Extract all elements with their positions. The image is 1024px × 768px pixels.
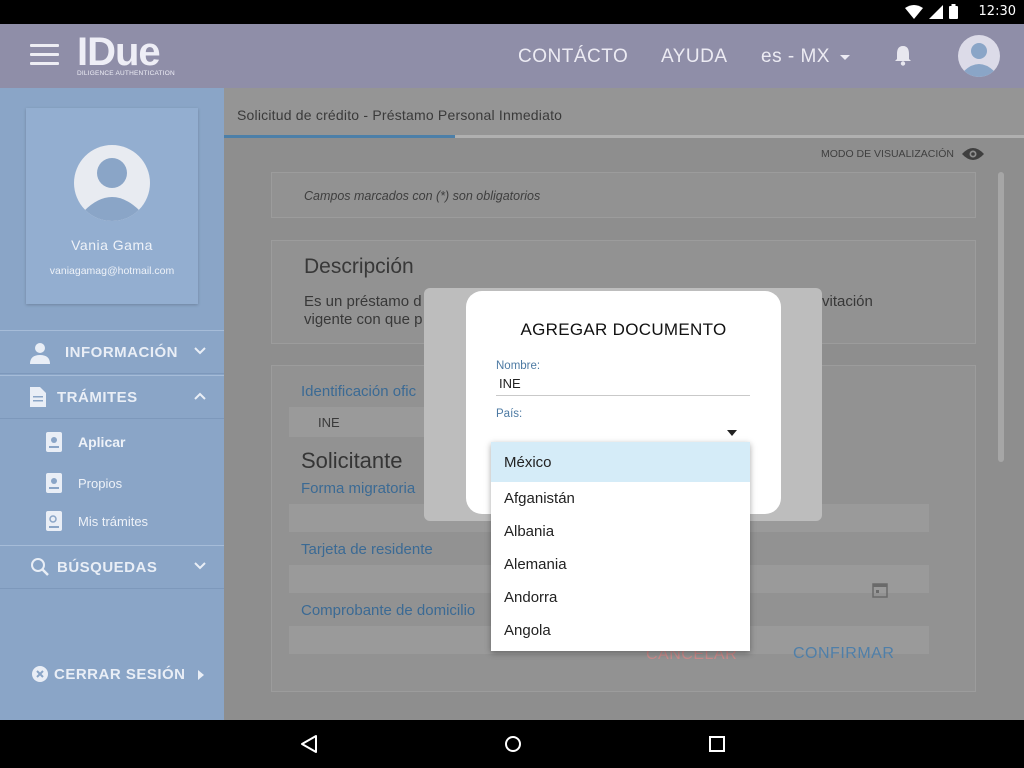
chevron-down-icon: [194, 562, 206, 570]
applicant-title: Solicitante: [301, 448, 403, 473]
name-label: Nombre:: [496, 360, 541, 372]
submenu-label: Propios: [78, 475, 123, 491]
dialog-title: AGREGAR DOCUMENTO: [520, 320, 727, 339]
logo-subtitle: DILIGENCE AUTHENTICATION: [77, 70, 175, 77]
dropdown-option[interactable]: Angola: [491, 614, 750, 647]
name-input[interactable]: INE: [496, 374, 750, 396]
profile-picture: [74, 145, 150, 221]
logout-button[interactable]: CERRAR SESIÓN: [0, 652, 224, 696]
person-icon: [30, 343, 50, 364]
brand-logo[interactable]: IDue DILIGENCE AUTHENTICATION: [77, 30, 175, 77]
menu-label: CERRAR SESIÓN: [54, 665, 186, 683]
status-bar: 12:30: [0, 0, 1024, 24]
menu-label: TRÁMITES: [57, 388, 138, 406]
back-icon[interactable]: [300, 734, 318, 754]
breadcrumb-bar: Solicitud de crédito - Préstamo Personal…: [224, 88, 1024, 138]
dropdown-option[interactable]: Andorra: [491, 581, 750, 614]
dropdown-option[interactable]: Albania: [491, 515, 750, 548]
breadcrumb-underline: [224, 135, 455, 138]
breadcrumb: Solicitud de crédito - Préstamo Personal…: [237, 107, 563, 123]
menu-icon[interactable]: [30, 44, 59, 66]
profile-name: Vania Gama: [71, 237, 153, 253]
submenu-item-mis-tramites[interactable]: Mis trámites: [0, 502, 224, 540]
eye-icon: [962, 148, 984, 160]
id-value: INE: [318, 415, 340, 430]
migratory-label: Forma migratoria: [301, 480, 416, 497]
wifi-icon: [905, 4, 923, 19]
nav-help-link[interactable]: AYUDA: [661, 46, 728, 68]
dropdown-option[interactable]: Alemania: [491, 548, 750, 581]
bell-icon[interactable]: [893, 44, 913, 66]
chevron-down-icon: [194, 347, 206, 355]
resident-label: Tarjeta de residente: [301, 541, 433, 558]
search-icon: [31, 558, 49, 576]
battery-icon: [949, 4, 958, 19]
logo-mark: IDue: [77, 30, 161, 74]
submenu-item-propios[interactable]: Propios: [0, 464, 224, 502]
user-avatar[interactable]: [958, 35, 1000, 77]
document-icon: [30, 387, 46, 407]
submenu-item-aplicar[interactable]: Aplicar: [0, 423, 224, 461]
address-label: Comprobante de domicilio: [301, 602, 476, 619]
id-field[interactable]: [289, 407, 429, 437]
clock: 12:30: [978, 4, 1016, 19]
search-document-icon: [46, 511, 62, 531]
signal-icon: [929, 4, 943, 19]
view-mode-label: MODO DE VISUALIZACIÓN: [820, 148, 954, 160]
dropdown-option[interactable]: México: [491, 442, 750, 482]
required-note: Campos marcados con (*) son obligatorios: [304, 189, 541, 203]
profile-card: Vania Gama vaniagamag@hotmail.com: [26, 108, 198, 304]
description-text-right: vitación: [822, 293, 873, 310]
system-nav-bar: [0, 720, 1024, 768]
recents-icon[interactable]: [708, 734, 726, 754]
language-selector[interactable]: es - MX: [761, 46, 850, 68]
country-label: País:: [496, 408, 523, 420]
calendar-icon[interactable]: [872, 582, 888, 598]
country-dropdown: México Afganistán Albania Alemania Andor…: [491, 442, 750, 651]
chevron-up-icon: [194, 392, 206, 400]
sidebar: Vania Gama vaniagamag@hotmail.com INFORM…: [0, 88, 224, 720]
menu-label: BÚSQUEDAS: [57, 558, 158, 576]
language-value: es - MX: [761, 46, 830, 67]
description-title: Descripción: [304, 255, 414, 278]
scrollbar[interactable]: [998, 172, 1004, 462]
required-note-card: Campos marcados con (*) son obligatorios: [271, 172, 976, 218]
home-icon[interactable]: [504, 734, 522, 754]
profile-email: vaniagamag@hotmail.com: [49, 265, 175, 277]
menu-item-tramites[interactable]: TRÁMITES: [0, 375, 224, 419]
chevron-down-icon: [839, 54, 850, 60]
chevron-right-icon: [198, 670, 204, 680]
submenu-label: Mis trámites: [78, 513, 149, 529]
menu-label: INFORMACIÓN: [65, 343, 178, 361]
submenu-label: Aplicar: [78, 434, 126, 450]
app-header: IDue DILIGENCE AUTHENTICATION CONTÁCTO A…: [0, 24, 1024, 88]
badge-icon: [46, 432, 62, 452]
dropdown-arrow-icon[interactable]: [727, 430, 737, 436]
confirm-button[interactable]: CONFIRMAR: [793, 645, 894, 663]
id-label: Identificación ofic: [301, 383, 417, 400]
close-circle-icon: [32, 666, 48, 682]
dropdown-option[interactable]: Afganistán: [491, 482, 750, 515]
menu-item-informacion[interactable]: INFORMACIÓN: [0, 330, 224, 374]
view-mode-toggle[interactable]: MODO DE VISUALIZACIÓN: [821, 147, 984, 161]
nav-contact-link[interactable]: CONTÁCTO: [518, 46, 628, 68]
menu-item-busquedas[interactable]: BÚSQUEDAS: [0, 545, 224, 589]
badge-icon: [46, 473, 62, 493]
